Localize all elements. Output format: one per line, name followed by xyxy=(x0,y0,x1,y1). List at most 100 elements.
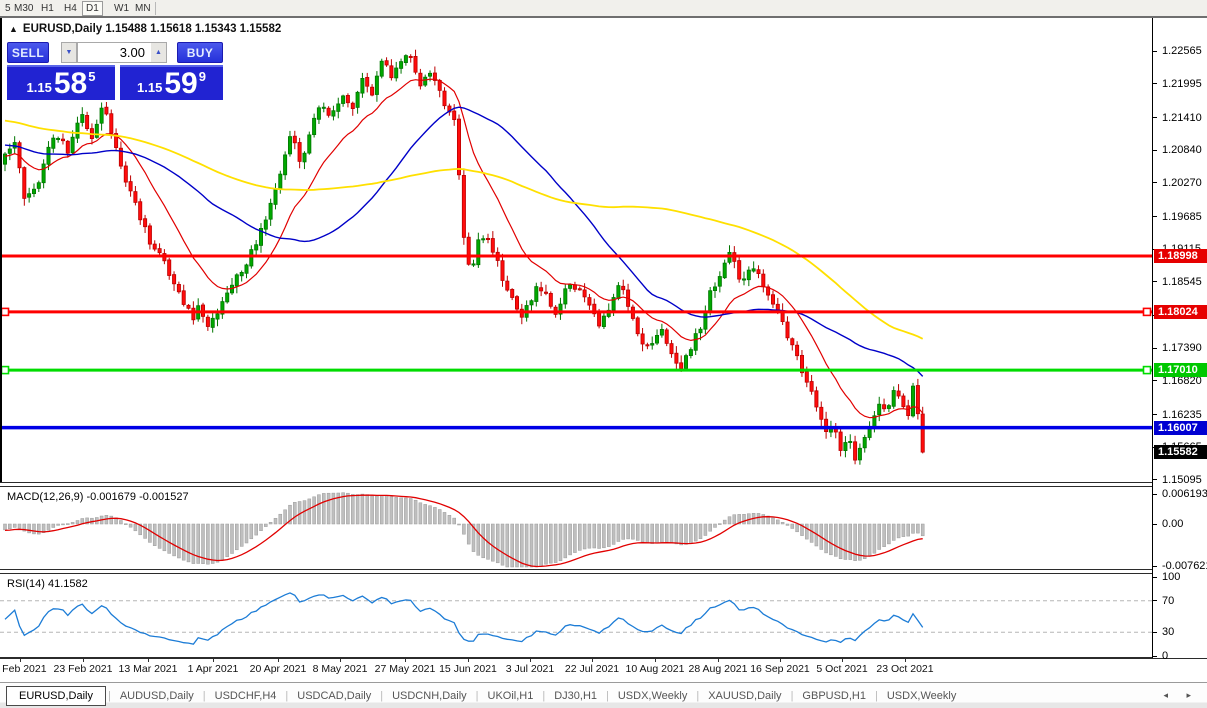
price-axis-tick: 1.15095 xyxy=(1162,473,1202,486)
price-axis[interactable]: 1.22565 1.21995 1.21410 1.20840 1.20270 1.196… xyxy=(1152,18,1207,662)
candle xyxy=(3,152,8,172)
candle xyxy=(795,341,800,361)
price-axis-tick: 1.20840 xyxy=(1162,144,1202,157)
macd-indicator-label: MACD(12,26,9) -0.001679 -0.001527 xyxy=(7,491,189,503)
price-axis-tick: 1.22565 xyxy=(1162,45,1202,58)
candle xyxy=(292,130,297,150)
candle xyxy=(688,347,693,359)
macd-axis-tick-mark xyxy=(1153,493,1157,495)
line-handle[interactable] xyxy=(0,365,10,375)
timeframe-button-MN[interactable]: MN xyxy=(131,1,155,16)
rsi-axis-tick-mark xyxy=(1153,600,1157,602)
chart-tab-XAUUSD-Daily[interactable]: XAUUSD,Daily xyxy=(699,687,790,705)
candle xyxy=(312,113,317,138)
chart-ohlc-values: 1.15488 1.15618 1.15343 1.15582 xyxy=(105,23,282,35)
line-handle[interactable] xyxy=(0,307,10,317)
date-axis-label: 8 May 2021 xyxy=(312,663,368,675)
chart-tab-USDCNH-Daily[interactable]: USDCNH,Daily xyxy=(383,687,476,705)
candle xyxy=(544,284,549,296)
candle xyxy=(645,342,650,350)
candle xyxy=(461,168,466,245)
sell-button[interactable]: SELL xyxy=(7,42,49,63)
date-axis-label: 3 Jul 2021 xyxy=(505,663,555,675)
date-axis-tickmark xyxy=(83,659,84,662)
rsi-axis-tick: 100 xyxy=(1162,571,1181,583)
line-handle[interactable] xyxy=(1142,365,1152,375)
candle xyxy=(384,57,389,67)
horizontal-line-1.18024[interactable] xyxy=(0,307,1152,317)
candle xyxy=(746,266,751,287)
sell-price-display[interactable]: 1.15 58 5 xyxy=(7,65,115,100)
candle xyxy=(394,61,399,82)
buy-price-display[interactable]: 1.15 59 9 xyxy=(120,65,223,100)
tab-scroll-arrows[interactable]: ◂ ▸ xyxy=(1163,690,1199,701)
timeframe-button-W1[interactable]: W1 xyxy=(110,1,133,16)
candle xyxy=(819,401,824,427)
candle xyxy=(857,443,862,465)
candle xyxy=(471,259,476,267)
candle xyxy=(176,281,181,294)
price-axis-tickmark xyxy=(1153,479,1157,481)
line-handle[interactable] xyxy=(1142,307,1152,317)
collapse-panel-icon[interactable]: ▲ xyxy=(9,24,18,34)
timeframe-button-D1[interactable]: D1 xyxy=(82,1,103,16)
chart-tab-USDCAD-Daily[interactable]: USDCAD,Daily xyxy=(288,687,380,705)
chart-tab-USDX-Weekly[interactable]: USDX,Weekly xyxy=(609,687,696,705)
toolbar-separator xyxy=(155,2,156,15)
chart-tab-UKOil-H1[interactable]: UKOil,H1 xyxy=(479,687,543,705)
candle xyxy=(220,297,225,319)
price-axis-tick: 1.17390 xyxy=(1162,342,1202,355)
candle xyxy=(896,384,901,399)
chart-tab-USDX-Weekly[interactable]: USDX,Weekly xyxy=(878,687,965,705)
candle xyxy=(674,346,679,369)
candle xyxy=(862,434,867,453)
volume-input[interactable] xyxy=(77,42,151,63)
timeframe-button-M30[interactable]: M30 xyxy=(10,1,37,16)
buy-button[interactable]: BUY xyxy=(177,42,223,63)
chart-tab-GBPUSD-H1[interactable]: GBPUSD,H1 xyxy=(793,687,875,705)
candle xyxy=(601,312,606,329)
candle xyxy=(104,102,109,116)
down-arrow-icon: ▼ xyxy=(65,48,73,56)
chart-tab-AUDUSD-Daily[interactable]: AUDUSD,Daily xyxy=(111,687,203,705)
candle xyxy=(75,116,80,143)
candle xyxy=(843,436,848,458)
candle xyxy=(181,284,186,307)
chart-tab-DJ30-H1[interactable]: DJ30,H1 xyxy=(545,687,606,705)
candle xyxy=(877,396,882,422)
candle xyxy=(587,293,592,310)
price-axis-tick: 1.21410 xyxy=(1162,111,1202,124)
horizontal-line-1.17010[interactable] xyxy=(0,365,1152,375)
price-axis-tickmark xyxy=(1153,117,1157,119)
candle xyxy=(713,282,718,298)
candle xyxy=(592,298,597,317)
date-axis-tickmark xyxy=(468,659,469,662)
timeframe-button-H1[interactable]: H1 xyxy=(37,1,58,16)
chart-tab-USDCHF-H4[interactable]: USDCHF,H4 xyxy=(206,687,286,705)
sell-price-base: 1.15 xyxy=(26,80,52,95)
candle xyxy=(751,261,756,273)
chart-tab-EURUSD-Daily[interactable]: EURUSD,Daily xyxy=(6,685,106,706)
candle xyxy=(389,59,394,81)
candle xyxy=(548,291,553,309)
candle xyxy=(664,327,669,347)
date-axis-tickmark xyxy=(278,659,279,662)
candle xyxy=(186,304,191,310)
timeframe-button-H4[interactable]: H4 xyxy=(60,1,81,16)
price-level-label: 1.17010 xyxy=(1154,363,1207,378)
rsi-pane-canvas[interactable] xyxy=(0,574,1152,657)
candle xyxy=(891,386,896,409)
candle xyxy=(123,161,128,187)
date-axis[interactable]: 4 Feb 2021 23 Feb 2021 13 Mar 2021 1 Apr 20… xyxy=(0,659,1152,681)
price-axis-tickmark xyxy=(1153,216,1157,218)
volume-increase-button[interactable]: ▲ xyxy=(151,42,167,63)
up-arrow-icon: ▲ xyxy=(155,48,162,56)
candle xyxy=(882,398,887,412)
volume-decrease-button[interactable]: ▼ xyxy=(61,42,77,63)
date-axis-tickmark xyxy=(842,659,843,662)
price-axis-tickmark xyxy=(1153,347,1157,349)
candle xyxy=(529,299,534,312)
candle xyxy=(345,93,350,108)
candle xyxy=(70,130,75,155)
candle xyxy=(408,54,413,63)
